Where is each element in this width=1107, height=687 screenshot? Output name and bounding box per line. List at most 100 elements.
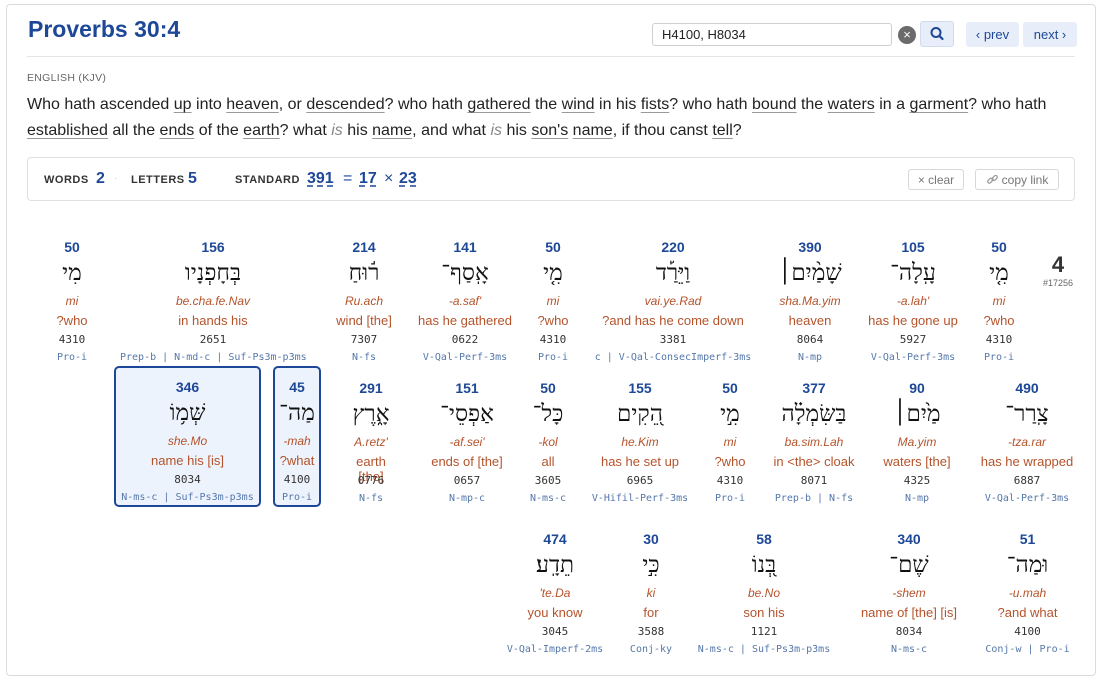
verse-keyword[interactable]: established <box>27 122 108 139</box>
letters-count: 5 <box>188 170 197 187</box>
morphology: Conj-w | Pro-i <box>985 644 1070 655</box>
transliteration: mi <box>546 294 560 308</box>
verse-keyword[interactable]: wind <box>562 96 595 113</box>
word-card[interactable]: 50 מִ֣י mi ?who 4310 Pro-i <box>710 368 750 506</box>
verse-text-segment: ? who hath <box>384 96 468 113</box>
word-value: 291 <box>359 380 383 396</box>
word-card[interactable]: 490 צָֽרַר־ -tza.rar has he wrapped 6887 V-Qa… <box>979 368 1075 506</box>
gloss: has he wrapped <box>980 454 1074 469</box>
word-card[interactable]: 346 שְּׁמ֥וֹ she.Mo name his [is] 8034 N-ms-c… <box>114 366 261 507</box>
word-value: 141 <box>453 239 477 255</box>
word-card[interactable]: 291 אָ֑רֶץ A.retz' earth [the] 0776 N-fs <box>342 368 400 506</box>
morphology: Conj-ky <box>629 644 673 655</box>
morphology: N-fs <box>351 352 377 363</box>
copy-link-button[interactable]: copy link <box>975 169 1059 190</box>
times-sign: × <box>384 170 394 187</box>
gloss: for <box>643 605 659 620</box>
morphology: N-ms-c | Suf-Ps3m-p3ms <box>697 644 831 655</box>
verse-keyword[interactable]: up <box>174 96 192 113</box>
verse-text-segment: his <box>502 122 532 139</box>
word-card[interactable]: 30 כִּ֣י ki for 3588 Conj-ky <box>628 519 674 657</box>
word-card[interactable]: 90 מַ֙יִם׀ Ma.yim waters [the] 4325 N-mp <box>876 368 958 506</box>
word-card[interactable]: 155 הֵ֭קִים he.Kim has he set up 6965 V-Hifil… <box>590 368 690 506</box>
morphology: N-ms-c | Suf-Ps3m-p3ms <box>121 492 254 503</box>
verse-keyword[interactable]: fists <box>641 96 669 113</box>
verse-keyword[interactable]: gathered <box>467 96 530 113</box>
gloss: waters [the] <box>883 454 951 469</box>
word-card[interactable]: 58 בְּ֭נוֹ be.No son his 1121 N-ms-c | Suf-Ps… <box>694 519 834 657</box>
word-value: 340 <box>897 531 921 547</box>
transliteration: Ma.yim <box>897 435 937 449</box>
word-card[interactable]: 50 כָּל־ -kol all 3605 N-ms-c <box>528 368 568 506</box>
verse-keyword[interactable]: waters <box>828 96 875 113</box>
gloss: name of [the] [is] <box>860 605 958 620</box>
gloss: has he gone up <box>868 313 958 328</box>
word-card[interactable]: 141 אָֽסַף־ -a.saf' has he gathered 0622 V-Qa… <box>410 227 520 365</box>
verse-keyword[interactable]: bound <box>752 96 797 113</box>
transliteration: vai.ye.Rad <box>644 294 702 308</box>
verse-keyword[interactable]: heaven <box>226 96 279 113</box>
word-card[interactable]: 214 ר֬וּחַ Ru.ach wind [the] 7307 N-fs <box>334 227 394 365</box>
strongs-number: 6965 <box>626 474 654 487</box>
verse-keyword[interactable]: ends <box>160 122 195 139</box>
hebrew-word: שֶׁם־ <box>889 552 929 578</box>
verse-keyword[interactable]: descended <box>306 96 384 113</box>
search-button[interactable] <box>920 21 954 47</box>
word-card[interactable]: 390 שָׁמַ֨יִם׀ sha.Ma.yim heaven 8064 N-mp <box>775 227 845 365</box>
prev-verse-button[interactable]: ‹ prev <box>966 22 1019 47</box>
verse-keyword[interactable]: name <box>372 122 412 139</box>
morphology: V-Qal-Imperf-2ms <box>506 644 604 655</box>
morphology: N-ms-c <box>890 644 928 655</box>
word-card[interactable]: 50 מִ֤י mi ?who 4310 Pro-i <box>533 227 573 365</box>
transliteration: -tza.rar <box>1007 435 1046 449</box>
transliteration: be.No <box>747 586 781 600</box>
gloss: ?who <box>56 313 88 328</box>
factor-2[interactable]: 23 <box>399 170 417 188</box>
clear-search-button[interactable]: × <box>898 26 916 44</box>
word-card[interactable]: 105 עָֽלָה־ -a.lah' has he gone up 5927 V-Qal… <box>864 227 962 365</box>
verse-text-segment: ? what <box>279 122 332 139</box>
morphology: N-mp <box>797 352 823 363</box>
standard-value[interactable]: 391 <box>307 170 334 188</box>
verse-keyword[interactable]: garment <box>909 96 968 113</box>
verse-keyword[interactable]: tell <box>712 122 732 139</box>
hebrew-word: כָּל־ <box>532 401 564 427</box>
word-value: 220 <box>661 239 685 255</box>
strongs-number: 8064 <box>796 333 824 346</box>
transliteration: -mah <box>283 434 311 448</box>
gloss: heaven <box>788 313 832 328</box>
separator: · <box>114 173 118 184</box>
word-card[interactable]: 151 אַפְסֵי־ -af.sei' ends of [the] 0657 N-mp… <box>417 368 517 506</box>
word-card[interactable]: 45 מַה־ -mah ?what 4100 Pro-i <box>273 366 321 507</box>
transliteration: sha.Ma.yim <box>779 294 841 308</box>
word-value: 58 <box>756 531 772 547</box>
word-value: 214 <box>352 239 376 255</box>
word-card[interactable]: 340 שֶׁם־ -shem name of [the] [is] 8034 N-ms-… <box>854 519 964 657</box>
transliteration: -u.mah <box>1008 586 1047 600</box>
word-card[interactable]: 51 וּמַה־ -u.mah ?and what 4100 Conj-w | Pro-… <box>980 519 1075 657</box>
word-card[interactable]: 50 מִי mi ?who 4310 Pro-i <box>52 227 92 365</box>
word-value: 490 <box>1015 380 1039 396</box>
verse-keyword[interactable]: earth <box>243 122 279 139</box>
word-card[interactable]: 220 וַיֵּרַ֡ד vai.ye.Rad ?and has he come d… <box>591 227 755 365</box>
verse-text-segment: , or <box>278 96 307 113</box>
morphology: c | V-Qal-ConsecImperf-3ms <box>594 352 752 363</box>
factor-1[interactable]: 17 <box>359 170 377 188</box>
clear-selection-button[interactable]: × clear <box>908 169 964 190</box>
hebrew-word: הֵ֭קִים <box>617 401 663 427</box>
verse-text-segment: Who hath ascended <box>27 96 174 113</box>
strongs-number: 4310 <box>539 333 567 346</box>
hebrew-word: בַּשִּׂמְלָ֗ה <box>781 401 847 427</box>
next-verse-button[interactable]: next › <box>1023 22 1077 47</box>
word-card[interactable]: 156 בְּחָפְנָיו be.cha.fe.Nav in hands his 2… <box>120 227 307 365</box>
word-card[interactable]: 474 תֵדָֽע׃ 'te.Da you know 3045 V-Qal-Imperf… <box>505 519 605 657</box>
verse-keyword[interactable]: son's <box>531 122 568 139</box>
search-icon <box>930 27 944 41</box>
strongs-search-input[interactable] <box>652 23 892 46</box>
word-card[interactable]: 377 בַּשִּׂמְלָ֗ה ba.sim.Lah in <the> cloak… <box>768 368 860 506</box>
hebrew-word: מַ֙יִם׀ <box>893 401 941 427</box>
strongs-number: 8071 <box>800 474 828 487</box>
verse-keyword[interactable]: name <box>573 122 613 139</box>
word-card[interactable]: 50 מִ֤י mi ?who 4310 Pro-i <box>979 227 1019 365</box>
equals-sign: = <box>343 170 353 187</box>
